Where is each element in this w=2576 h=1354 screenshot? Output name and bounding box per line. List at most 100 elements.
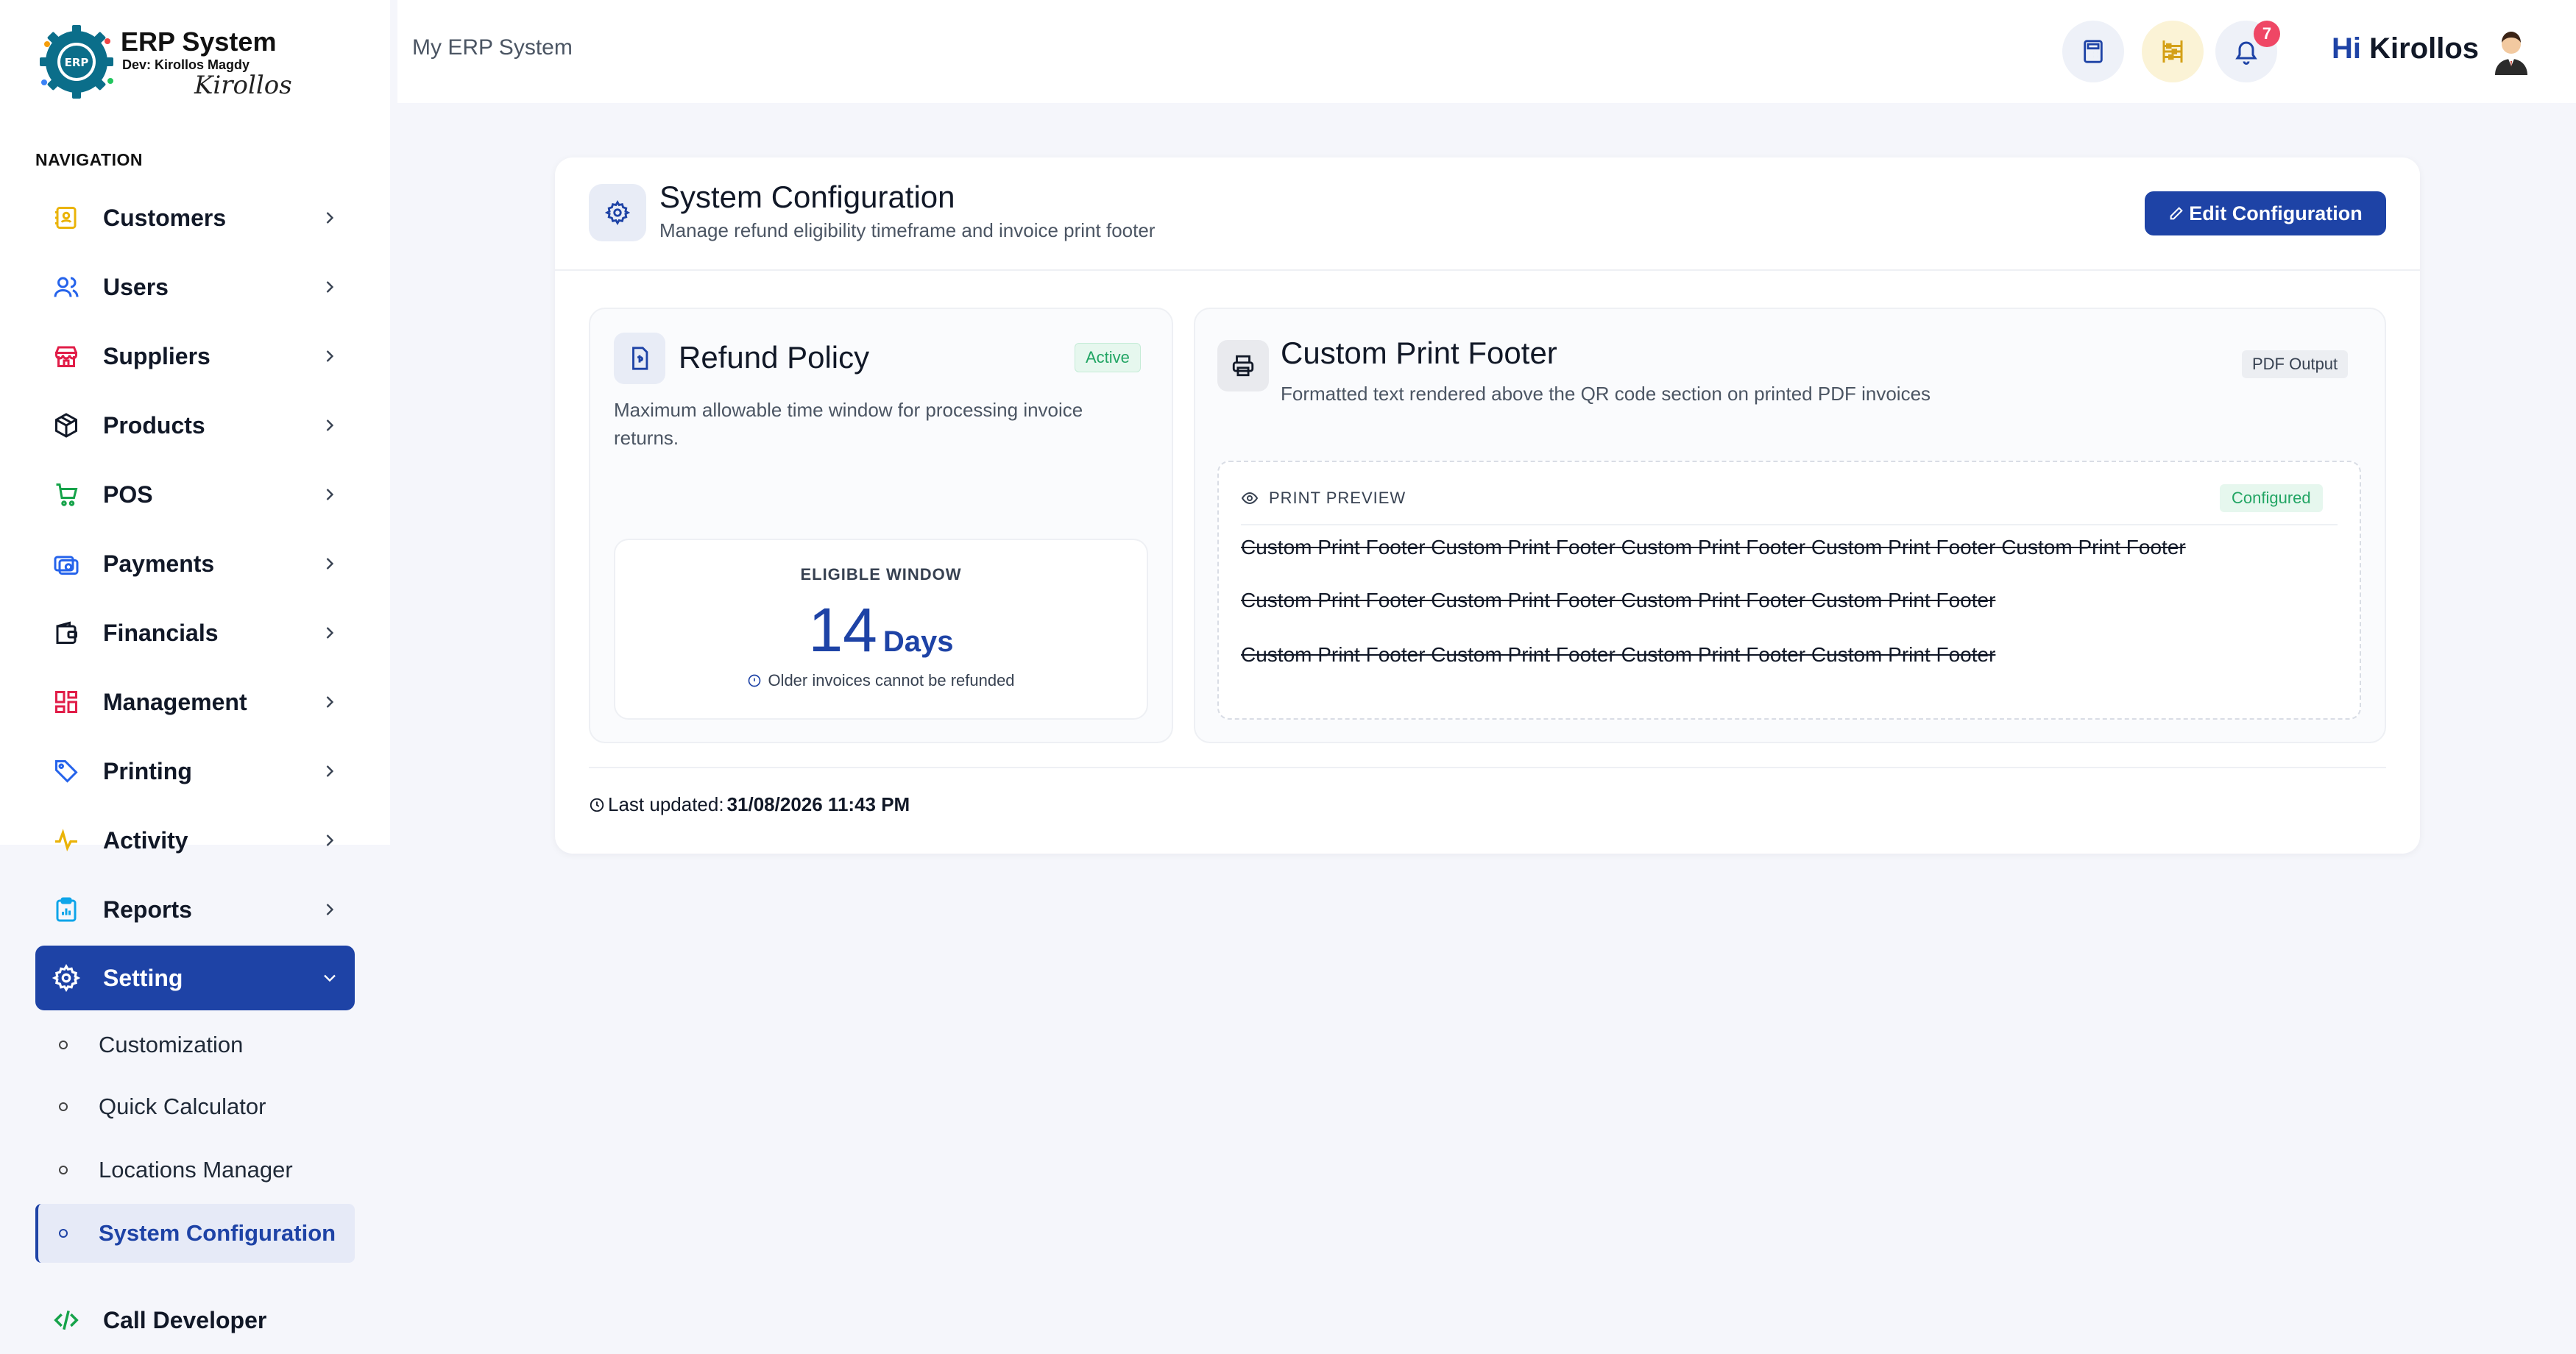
page-subtitle: Manage refund eligibility timeframe and … bbox=[659, 219, 1156, 241]
sidebar-subitem-locations-manager[interactable]: Locations Manager bbox=[35, 1141, 355, 1199]
chevron-right-icon bbox=[326, 765, 334, 777]
custom-print-footer-panel: Custom Print Footer Formatted text rende… bbox=[1194, 308, 2386, 743]
chevron-down-icon bbox=[324, 974, 336, 982]
eligible-window-value: 14 Days bbox=[615, 595, 1147, 666]
edit-configuration-button[interactable]: Edit Configuration bbox=[2145, 191, 2386, 235]
code-icon bbox=[50, 1304, 82, 1336]
chevron-right-icon bbox=[326, 696, 334, 708]
sidebar-item-label: Products bbox=[103, 411, 205, 439]
printer-icon-box bbox=[1217, 340, 1269, 391]
system-configuration-card: System Configuration Manage refund eligi… bbox=[555, 157, 2420, 854]
notifications-button[interactable]: 7 bbox=[2215, 21, 2280, 82]
eligible-window-days: 14 bbox=[808, 595, 877, 664]
breadcrumb: My ERP System bbox=[412, 35, 573, 60]
chevron-right-icon bbox=[326, 627, 334, 639]
chevron-right-icon bbox=[326, 419, 334, 431]
wallet-icon bbox=[50, 617, 82, 649]
calculator-button[interactable] bbox=[2062, 21, 2124, 82]
sidebar-item-label: Users bbox=[103, 273, 169, 300]
sidebar-item-label: Printing bbox=[103, 757, 192, 784]
print-preview-label: PRINT PREVIEW bbox=[1269, 489, 1406, 507]
chevron-right-icon bbox=[326, 350, 334, 362]
sidebar-item-label: Customers bbox=[103, 204, 227, 231]
calculator-icon bbox=[2084, 40, 2103, 63]
printer-icon bbox=[1232, 355, 1254, 377]
chevron-right-icon bbox=[326, 834, 334, 846]
eligible-window-unit: Days bbox=[882, 625, 954, 658]
avatar[interactable] bbox=[2491, 26, 2532, 75]
sidebar-subitem-customization[interactable]: Customization bbox=[35, 1016, 355, 1074]
chevron-right-icon bbox=[326, 212, 334, 224]
custom-print-footer-description: Formatted text rendered above the QR cod… bbox=[1281, 383, 1931, 405]
refund-icon-box bbox=[614, 333, 665, 384]
chevron-right-icon bbox=[326, 904, 334, 915]
eligible-window-label: ELIGIBLE WINDOW bbox=[800, 565, 962, 584]
edit-configuration-label: Edit Configuration bbox=[2189, 202, 2363, 224]
sidebar-item-pos[interactable]: POS bbox=[35, 462, 355, 527]
preview-line: Custom Print Footer Custom Print Footer … bbox=[1241, 643, 1996, 666]
cart-icon bbox=[50, 478, 82, 511]
sidebar-item-call-developer[interactable]: Call Developer bbox=[35, 1288, 355, 1353]
activity-icon bbox=[50, 824, 82, 857]
clock-icon bbox=[590, 798, 604, 812]
sidebar-item-activity[interactable]: Activity bbox=[35, 808, 355, 873]
brand-title: ERP System bbox=[121, 26, 277, 57]
bell-icon bbox=[2235, 41, 2257, 65]
greeting-hi: Hi bbox=[2332, 32, 2361, 65]
sidebar-subitem-label: System Configuration bbox=[99, 1220, 336, 1246]
sidebar-item-printing[interactable]: Printing bbox=[35, 739, 355, 804]
sidebar-item-suppliers[interactable]: Suppliers bbox=[35, 324, 355, 389]
page-title: System Configuration bbox=[659, 180, 955, 214]
top-header: My ERP System 7 Hi Kirollos bbox=[397, 0, 2576, 103]
brand[interactable]: ERP ERP System Dev: Kirollos Magdy Kirol… bbox=[37, 22, 346, 103]
erp-logo-icon: ERP bbox=[40, 25, 113, 99]
nav-heading: NAVIGATION bbox=[35, 150, 143, 169]
sidebar-item-reports[interactable]: Reports bbox=[35, 877, 355, 942]
chevron-right-icon bbox=[326, 281, 334, 293]
users-icon bbox=[50, 271, 82, 303]
sidebar-item-customers[interactable]: Customers bbox=[35, 185, 355, 250]
sidebar-item-label: Suppliers bbox=[103, 342, 210, 369]
user-greeting[interactable]: Hi Kirollos bbox=[2332, 32, 2479, 65]
abacus-button[interactable] bbox=[2142, 21, 2204, 82]
status-badge: Configured bbox=[2220, 484, 2323, 512]
last-updated: Last updated: 31/08/2026 11:43 PM bbox=[589, 793, 910, 816]
sidebar-subitem-system-configuration[interactable]: System Configuration bbox=[35, 1204, 355, 1263]
sidebar-item-label: Reports bbox=[103, 896, 192, 923]
refund-policy-panel: Refund Policy Active Maximum allowable t… bbox=[589, 308, 1173, 743]
sidebar-subitem-label: Customization bbox=[99, 1032, 244, 1057]
last-updated-value: 31/08/2026 11:43 PM bbox=[726, 793, 910, 815]
chevron-right-icon bbox=[326, 489, 334, 500]
greeting-name: Kirollos bbox=[2369, 32, 2480, 65]
abacus-icon bbox=[2162, 40, 2183, 63]
sidebar-item-label: Activity bbox=[103, 826, 188, 854]
circle-bullet-icon bbox=[59, 1166, 68, 1174]
sidebar-item-management[interactable]: Management bbox=[35, 670, 355, 734]
sidebar-subitem-quick-calculator[interactable]: Quick Calculator bbox=[35, 1077, 355, 1136]
card-header: System Configuration Manage refund eligi… bbox=[555, 157, 2420, 271]
refund-policy-description: Maximum allowable time window for proces… bbox=[614, 399, 1083, 449]
sidebar-item-label: POS bbox=[103, 481, 153, 508]
refund-policy-title: Refund Policy bbox=[679, 340, 870, 375]
sidebar-item-payments[interactable]: Payments bbox=[35, 531, 355, 596]
eye-icon bbox=[1241, 492, 1259, 505]
customers-icon bbox=[50, 202, 82, 234]
gear-icon bbox=[50, 962, 82, 994]
sidebar-item-users[interactable]: Users bbox=[35, 255, 355, 319]
last-updated-label: Last updated: bbox=[608, 793, 724, 815]
eligible-window-note-text: Older invoices cannot be refunded bbox=[768, 671, 1015, 690]
sidebar-item-label: Financials bbox=[103, 619, 219, 646]
eligible-window-box: ELIGIBLE WINDOW 14 Days Older invoices ca… bbox=[614, 539, 1148, 720]
sidebar-item-products[interactable]: Products bbox=[35, 393, 355, 458]
sidebar-subitem-label: Quick Calculator bbox=[99, 1094, 266, 1119]
chevron-right-icon bbox=[326, 558, 334, 570]
pencil-icon bbox=[2170, 207, 2184, 220]
status-badge: Active bbox=[1075, 343, 1141, 372]
sidebar-item-label: Management bbox=[103, 688, 247, 715]
circle-bullet-icon bbox=[59, 1229, 68, 1238]
gear-icon bbox=[605, 200, 630, 225]
output-badge: PDF Output bbox=[2242, 350, 2349, 378]
sidebar-item-financials[interactable]: Financials bbox=[35, 600, 355, 665]
sidebar-item-setting[interactable]: Setting bbox=[35, 946, 355, 1010]
sidebar-item-label: Payments bbox=[103, 550, 215, 577]
